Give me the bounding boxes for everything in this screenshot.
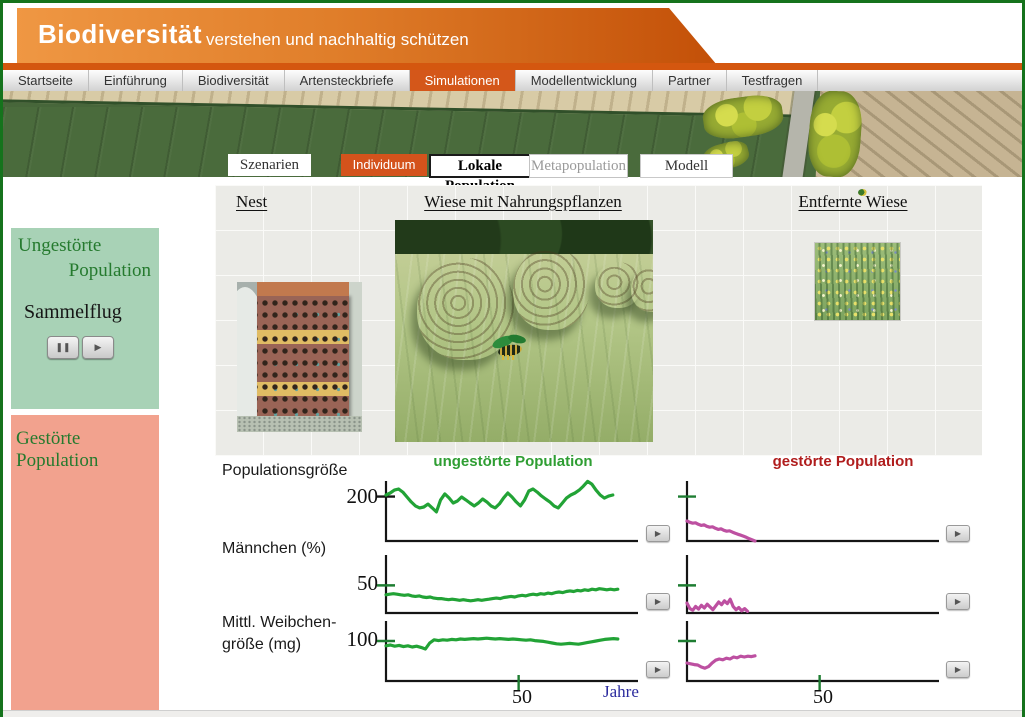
series-left-row2 — [386, 638, 618, 649]
nav-item-einführung[interactable]: Einführung — [89, 70, 183, 91]
disturbed-title: Gestörte Population — [16, 428, 159, 472]
play-icon: ▶ — [655, 597, 661, 606]
meadow-column-header: Wiese mit Nahrungspflanzen — [383, 192, 663, 212]
play-button[interactable]: ▶ — [82, 336, 114, 359]
tab-modell[interactable]: Modell — [640, 154, 733, 178]
play-icon: ▶ — [955, 665, 961, 674]
nav-item-biodiversität[interactable]: Biodiversität — [183, 70, 285, 91]
distant-meadow-image — [815, 243, 900, 320]
site-title: Biodiversität — [38, 19, 202, 50]
axis-1-right — [687, 555, 939, 613]
page-bottom-strip — [3, 710, 1022, 717]
tab-lokale-population[interactable]: Lokale Population — [429, 154, 531, 178]
female-size-label-line2: größe (mg) — [222, 636, 301, 654]
play-icon: ▶ — [955, 529, 961, 538]
meadow-image — [395, 220, 653, 442]
bee-icon — [858, 189, 867, 196]
nav-item-partner[interactable]: Partner — [653, 70, 727, 91]
hay-bale — [513, 248, 589, 330]
tree-line — [395, 220, 653, 254]
disturbed-population-box: Gestörte Population — [11, 415, 159, 711]
series-right-row0 — [687, 521, 755, 541]
axis-2-right — [687, 621, 939, 681]
female-size-label-line1: Mittl. Weibchen- — [222, 614, 336, 632]
axis-1-left — [386, 555, 638, 613]
axis-2-left — [386, 621, 638, 681]
simulation-panel: Nest Wiese mit Nahrungspflanzen Entfernt… — [215, 185, 982, 456]
nest-image — [237, 282, 362, 432]
males-percent-label: Männchen (%) — [222, 540, 326, 558]
chart-play-button-right-row0[interactable]: ▶ — [946, 525, 970, 542]
nest-holes — [257, 294, 349, 416]
tab-individuum[interactable]: Individuum — [341, 154, 427, 176]
series-left-row1 — [386, 589, 618, 601]
axis-0-left — [386, 481, 638, 541]
nest-column-header: Nest — [236, 192, 267, 212]
simulation-tabs: Szenarien IndividuumLokale PopulationMeta… — [3, 154, 1022, 178]
tab-metapopulation[interactable]: Metapopulation — [529, 154, 628, 178]
chart-play-button-left-row1[interactable]: ▶ — [646, 593, 670, 610]
undisturbed-title-line2: Population — [21, 260, 151, 282]
biodiversity-simulation-page: Biodiversität verstehen und nachhaltig s… — [0, 0, 1025, 717]
play-icon: ▶ — [655, 665, 661, 674]
header-accent-strip — [3, 63, 1022, 70]
undisturbed-title-line1: Ungestörte — [18, 235, 101, 257]
pause-button[interactable]: ❚❚ — [47, 336, 79, 359]
chart-play-button-right-row2[interactable]: ▶ — [946, 661, 970, 678]
series-left-row0 — [386, 481, 613, 512]
chart-play-button-left-row0[interactable]: ▶ — [646, 525, 670, 542]
series-right-row2 — [687, 656, 755, 668]
population-charts — [370, 468, 970, 717]
meadow-texture — [815, 243, 900, 320]
chart-play-button-right-row1[interactable]: ▶ — [946, 593, 970, 610]
site-subtitle: verstehen und nachhaltig schützen — [206, 30, 469, 50]
sammelflug-label: Sammelflug — [24, 301, 122, 324]
nav-item-testfragen[interactable]: Testfragen — [727, 70, 819, 91]
nav-item-artensteckbriefe[interactable]: Artensteckbriefe — [285, 70, 410, 91]
chart-play-button-left-row2[interactable]: ▶ — [646, 661, 670, 678]
play-icon: ▶ — [955, 597, 961, 606]
nav-item-modellentwicklung[interactable]: Modellentwicklung — [516, 70, 653, 91]
distant-meadow-column-header: Entfernte Wiese — [788, 192, 918, 212]
nav-item-startseite[interactable]: Startseite — [3, 70, 89, 91]
play-icon: ▶ — [95, 342, 102, 352]
nav-item-simulationen[interactable]: Simulationen — [410, 70, 516, 91]
play-icon: ▶ — [655, 529, 661, 538]
series-right-row1 — [687, 599, 748, 611]
population-size-label: Populationsgröße — [222, 462, 347, 480]
undisturbed-population-box: Ungestörte Population Sammelflug ❚❚ ▶ — [11, 228, 159, 409]
nest-gravel — [237, 416, 362, 432]
flying-bee-sprite — [490, 335, 530, 369]
tab-szenarien[interactable]: Szenarien — [228, 154, 311, 176]
pause-icon: ❚❚ — [55, 342, 70, 352]
main-navbar: StartseiteEinführungBiodiversitätArtenst… — [3, 70, 1022, 91]
